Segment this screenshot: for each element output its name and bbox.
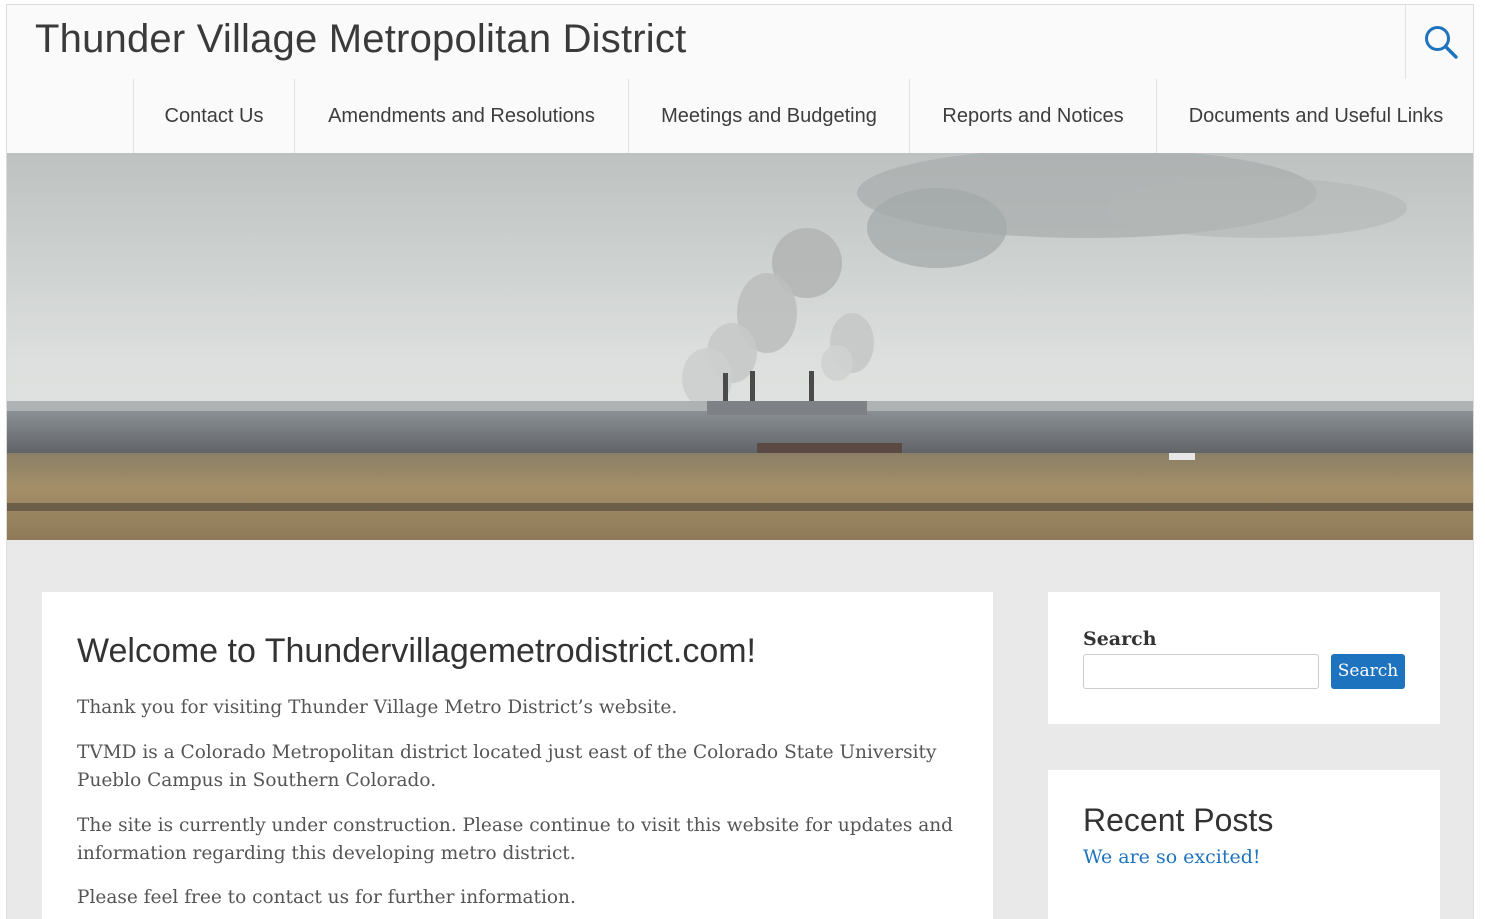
primary-nav: Contact Us Amendments and Resolutions Me… xyxy=(7,79,1473,153)
search-input[interactable] xyxy=(1083,654,1319,689)
entry-paragraph: The site is currently under construction… xyxy=(77,815,953,864)
search-widget-label: Search xyxy=(1083,628,1157,650)
site-frame: Thunder Village Metropolitan District Co… xyxy=(6,4,1474,919)
hero-landscape-graphic xyxy=(7,153,1473,540)
entry-paragraph: TVMD is a Colorado Metropolitan district… xyxy=(77,742,937,791)
page: Thunder Village Metropolitan District Co… xyxy=(0,0,1485,919)
site-title[interactable]: Thunder Village Metropolitan District xyxy=(35,17,686,62)
header-search-button[interactable] xyxy=(1405,5,1473,79)
nav-item-reports-and-notices[interactable]: Reports and Notices xyxy=(909,79,1156,153)
recent-post-link[interactable]: We are so excited! xyxy=(1083,846,1261,868)
search-icon xyxy=(1425,26,1458,59)
entry-paragraph: Please feel free to contact us for furth… xyxy=(77,887,576,908)
hero-image xyxy=(7,153,1473,540)
nav-item-meetings-and-budgeting[interactable]: Meetings and Budgeting xyxy=(628,79,909,153)
recent-posts-title: Recent Posts xyxy=(1083,802,1274,838)
nav-item-amendments-and-resolutions[interactable]: Amendments and Resolutions xyxy=(294,79,628,153)
recent-posts-widget: Recent Posts We are so excited! xyxy=(1048,770,1440,919)
nav-item-contact-us[interactable]: Contact Us xyxy=(133,79,294,153)
masthead: Thunder Village Metropolitan District Co… xyxy=(7,5,1473,154)
search-submit-button[interactable]: Search xyxy=(1331,654,1405,689)
nav-item-documents-and-useful-links[interactable]: Documents and Useful Links xyxy=(1156,79,1473,153)
entry-title: Welcome to Thundervillagemetrodistrict.c… xyxy=(77,632,757,670)
main-content-card: Welcome to Thundervillagemetrodistrict.c… xyxy=(42,592,993,919)
entry-paragraph: Thank you for visiting Thunder Village M… xyxy=(77,697,678,718)
search-widget: Search Search xyxy=(1048,592,1440,724)
